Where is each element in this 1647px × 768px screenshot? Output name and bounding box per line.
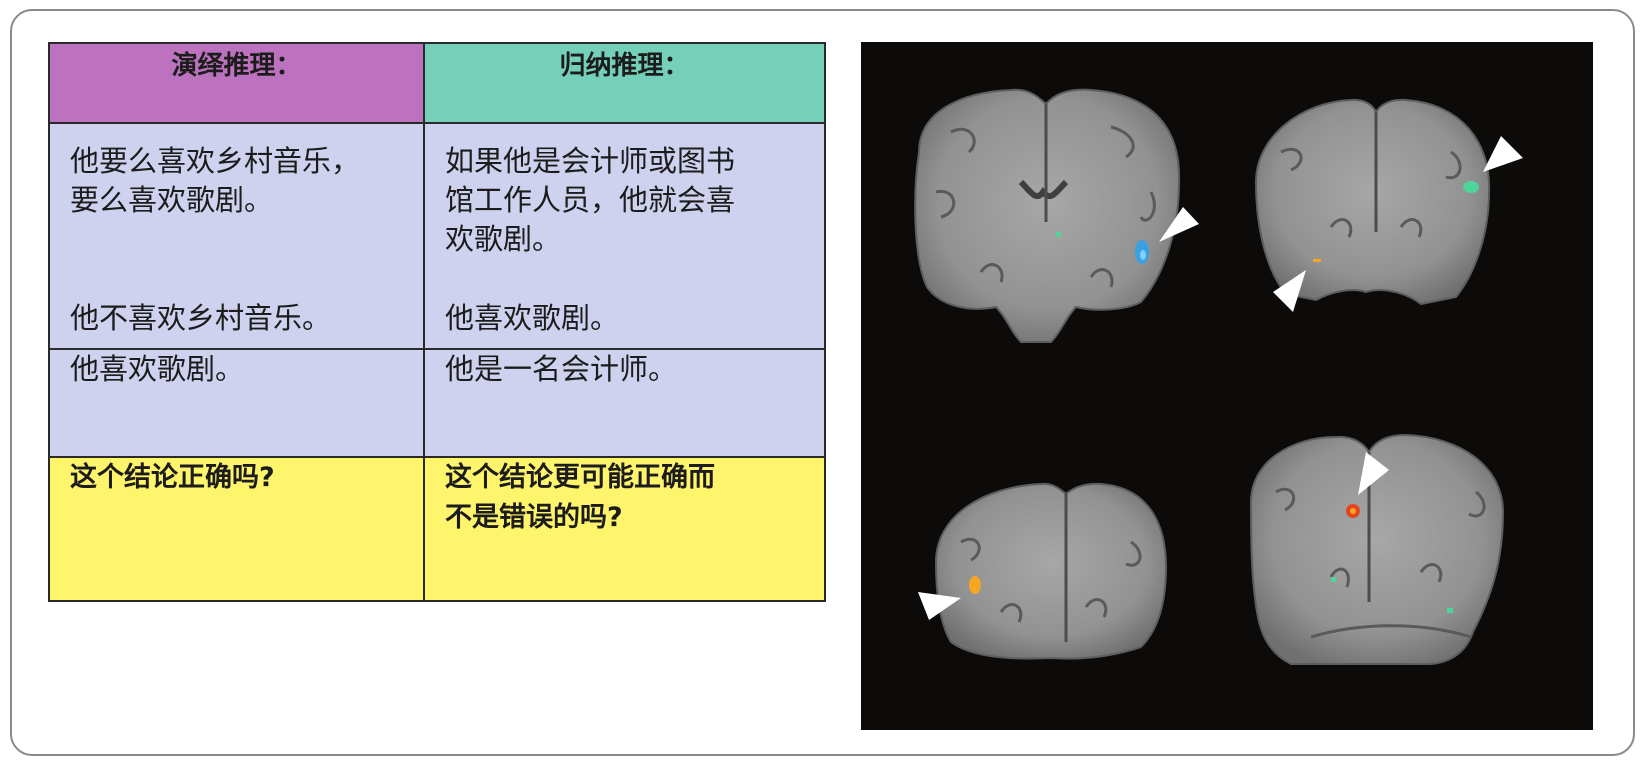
deductive-premise-1: 他要么喜欢乡村音乐， 要么喜欢歌剧。 xyxy=(70,144,361,217)
pointer-arrow xyxy=(1483,136,1523,172)
brain-scan-panel xyxy=(861,42,1593,730)
deductive-premise-3: 他喜欢歌剧。 xyxy=(48,348,425,458)
question-row: 这个结论正确吗? 这个结论更可能正确而 不是错误的吗? xyxy=(48,456,826,602)
deductive-header: 演绎推理： xyxy=(48,42,425,124)
deductive-premise-2: 他不喜欢乡村音乐。 xyxy=(70,301,332,335)
inductive-premise-1: 如果他是会计师或图书 馆工作人员，他就会喜 欢歌剧。 xyxy=(445,144,736,256)
activation-green xyxy=(1463,181,1479,193)
activation-green xyxy=(1331,577,1336,582)
brain-scan-top-right xyxy=(1254,98,1523,312)
activation-orange xyxy=(1313,259,1321,262)
inductive-header: 归纳推理： xyxy=(423,42,826,124)
premise-row-2: 他喜欢歌剧。 他是一名会计师。 xyxy=(48,348,826,458)
deductive-question: 这个结论正确吗? xyxy=(48,456,425,602)
activation-green xyxy=(1056,232,1061,237)
reasoning-table: 演绎推理： 归纳推理： 他要么喜欢乡村音乐， 要么喜欢歌剧。 他不喜欢乡村音乐。… xyxy=(48,42,826,602)
inductive-premises: 如果他是会计师或图书 馆工作人员，他就会喜 欢歌剧。 他喜欢歌剧。 xyxy=(423,122,826,350)
header-row: 演绎推理： 归纳推理： xyxy=(48,42,826,124)
inductive-premise-2: 他喜欢歌剧。 xyxy=(445,301,620,335)
activation-green xyxy=(1447,608,1453,613)
brain-scan-top-left xyxy=(914,88,1199,343)
brain-scan-svg xyxy=(914,88,1523,665)
inductive-premise-3: 他是一名会计师。 xyxy=(423,348,826,458)
inductive-question: 这个结论更可能正确而 不是错误的吗? xyxy=(423,456,826,602)
brain-scan-bottom-left xyxy=(918,482,1168,660)
activation-orange xyxy=(969,576,981,594)
brain-scan-bottom-right xyxy=(1249,433,1505,665)
premise-row-1: 他要么喜欢乡村音乐， 要么喜欢歌剧。 他不喜欢乡村音乐。 如果他是会计师或图书 … xyxy=(48,122,826,350)
deductive-premises: 他要么喜欢乡村音乐， 要么喜欢歌剧。 他不喜欢乡村音乐。 xyxy=(48,122,425,350)
